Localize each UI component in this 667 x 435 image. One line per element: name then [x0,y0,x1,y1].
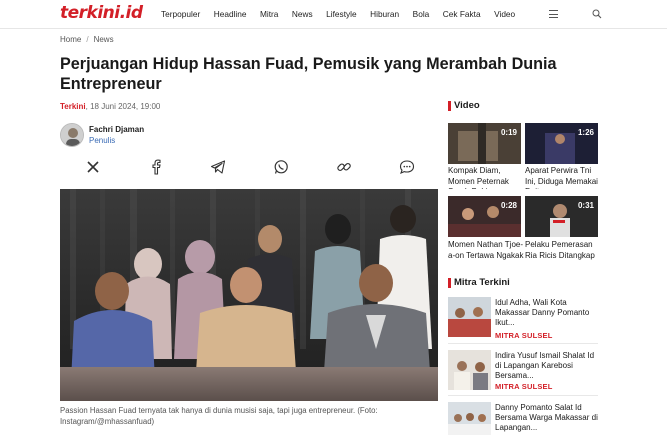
author-role: Penulis [89,136,116,145]
x-icon[interactable] [85,159,101,175]
mitra-thumbnail[interactable] [448,297,491,337]
mitra-section-heading: Mitra Terkini [448,277,510,288]
video-title[interactable]: Momen Nathan Tjoe-a-on Tertawa Ngakak [448,240,524,263]
share-bar [83,159,415,175]
video-duration: 0:19 [500,128,517,137]
author-avatar[interactable] [60,123,84,147]
search-icon[interactable] [592,9,602,19]
video-duration: 0:28 [500,201,517,210]
nav-item-mitra[interactable]: Mitra [260,9,278,19]
divider [448,395,598,396]
breadcrumb: Home / News [60,35,114,44]
article-source[interactable]: Terkini [60,102,86,111]
divider [448,343,598,344]
link-icon[interactable] [336,159,352,175]
video-thumbnail[interactable]: 1:26 [525,123,598,164]
video-thumbnail[interactable]: 0:19 [448,123,521,164]
mitra-title[interactable]: Indira Yusuf Ismail Shalat Id di Lapanga… [495,351,599,381]
video-duration: 1:26 [577,128,594,137]
breadcrumb-home[interactable]: Home [60,35,81,44]
nav-item-video[interactable]: Video [494,9,515,19]
whatsapp-icon[interactable] [273,159,289,175]
article-title: Perjuangan Hidup Hassan Fuad, Pemusik ya… [60,55,557,93]
comment-icon[interactable] [399,159,415,175]
main-nav: Terpopuler Headline Mitra News Lifestyle… [161,9,529,19]
article-meta: Terkini, 18 Juni 2024, 19:00 [60,102,160,111]
nav-item-hiburan[interactable]: Hiburan [370,9,399,19]
hamburger-icon[interactable] [549,10,558,18]
mitra-source: MITRA SULSEL [495,382,553,391]
author-name[interactable]: Fachri Djaman [89,125,144,134]
nav-item-lifestyle[interactable]: Lifestyle [326,9,356,19]
image-caption: Passion Hassan Fuad ternyata tak hanya d… [60,406,378,426]
group-photo [60,189,438,401]
mitra-thumbnail[interactable] [448,350,491,390]
top-navbar: terkini.id Terpopuler Headline Mitra New… [0,0,667,29]
nav-item-headline[interactable]: Headline [214,9,247,19]
facebook-icon[interactable] [148,159,164,175]
mitra-title[interactable]: Idul Adha, Wali Kota Makassar Danny Poma… [495,298,599,328]
breadcrumb-news[interactable]: News [94,35,114,44]
video-title[interactable]: Pelaku Pemerasan Ria Ricis Ditangkap [525,240,601,263]
video-thumbnail[interactable]: 0:31 [525,196,598,237]
mitra-title[interactable]: Danny Pomanto Salat Id Bersama Warga Mak… [495,403,599,433]
site-logo[interactable]: terkini.id [60,3,143,23]
nav-item-cek-fakta[interactable]: Cek Fakta [443,9,481,19]
nav-item-bola[interactable]: Bola [413,9,430,19]
article-date: , 18 Juni 2024, 19:00 [85,102,161,111]
mitra-source: MITRA SULSEL [495,331,553,340]
video-section-heading: Video [448,100,480,111]
video-duration: 0:31 [577,201,594,210]
breadcrumb-separator: / [86,35,89,44]
video-title[interactable]: Kompak Diam, Momen Peternak Suruh Bahiny… [448,166,524,189]
mitra-thumbnail[interactable] [448,402,491,435]
telegram-icon[interactable] [210,159,226,175]
nav-item-news[interactable]: News [292,9,313,19]
video-thumbnail[interactable]: 0:28 [448,196,521,237]
nav-item-terpopuler[interactable]: Terpopuler [161,9,200,19]
video-title[interactable]: Aparat Perwira Tni Ini, Diduga Memakai D… [525,166,601,189]
article-hero-image [60,189,438,401]
